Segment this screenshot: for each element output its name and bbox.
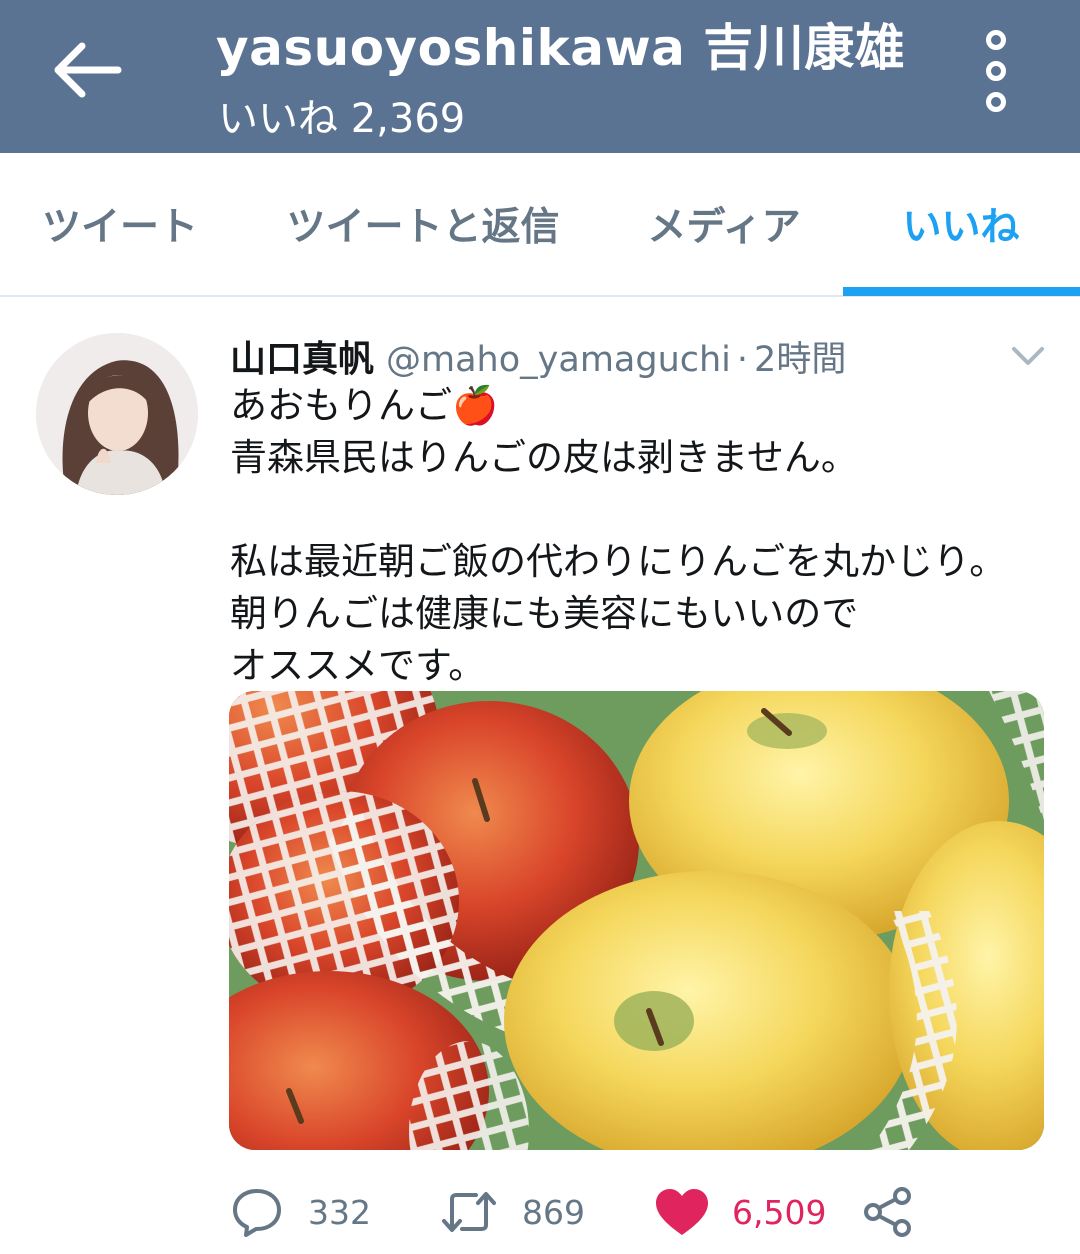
tweet-media-image[interactable] — [229, 691, 1044, 1150]
separator-dot: · — [736, 340, 749, 380]
tweet-text-line: あおもりんご🍎 — [230, 384, 499, 427]
tab-likes[interactable]: いいね — [842, 153, 1080, 295]
chevron-down-icon[interactable] — [1008, 336, 1048, 376]
more-vertical-icon — [986, 30, 1006, 50]
more-vertical-icon — [986, 61, 1006, 81]
like-button[interactable]: 6,509 — [654, 1180, 826, 1244]
avatar-photo — [36, 333, 198, 495]
back-arrow-icon — [54, 42, 122, 98]
author-name[interactable]: 山口真帆 — [230, 330, 374, 382]
tweet-text-line — [230, 484, 1050, 536]
share-button[interactable] — [862, 1180, 914, 1244]
reply-icon — [233, 1189, 281, 1237]
profile-title: yasuoyoshikawa 吉川康雄 — [216, 19, 906, 77]
back-button[interactable] — [40, 30, 132, 110]
tab-media[interactable]: メディア — [606, 153, 842, 295]
tab-tweets[interactable]: ツイート — [0, 153, 240, 295]
retweet-icon — [442, 1192, 496, 1232]
tweet-header: 山口真帆 @maho_yamaguchi · 2時間 — [230, 330, 846, 380]
tweet-text: あおもりんご🍎 青森県民はりんごの皮は剥きません。 私は最近朝ご飯の代わりにりん… — [230, 380, 1050, 692]
author-handle[interactable]: @maho_yamaguchi — [386, 340, 731, 380]
more-vertical-icon — [986, 92, 1006, 112]
tab-tweets-and-replies[interactable]: ツイートと返信 — [240, 153, 606, 295]
app-header: yasuoyoshikawa 吉川康雄 いいね 2,369 — [0, 0, 1080, 153]
like-count: 6,509 — [732, 1192, 827, 1232]
tweet-text-line: オススメです。 — [230, 644, 486, 687]
retweet-count: 869 — [522, 1192, 585, 1232]
tweet-text-line: 私は最近朝ご飯の代わりにりんごを丸かじり。 — [230, 540, 1007, 583]
tweet-time: 2時間 — [754, 340, 847, 380]
tweet-text-line: 青森県民はりんごの皮は剥きません。 — [230, 436, 858, 479]
likes-count-subtitle: いいね 2,369 — [218, 96, 466, 142]
heart-icon — [656, 1189, 708, 1235]
tweet-text-line: 朝りんごは健康にも美容にもいいので — [230, 592, 859, 635]
more-options-button[interactable] — [972, 24, 1020, 118]
retweet-button[interactable]: 869 — [440, 1180, 585, 1244]
reply-count: 332 — [308, 1192, 371, 1232]
tweet-actions: 332 869 6,509 — [230, 1180, 1050, 1244]
profile-tabs: ツイート ツイートと返信 メディア いいね — [0, 153, 1080, 297]
active-tab-indicator — [843, 287, 1080, 296]
share-icon — [864, 1187, 911, 1237]
avatar[interactable] — [36, 333, 198, 495]
reply-button[interactable]: 332 — [230, 1180, 371, 1244]
apples-photo — [229, 691, 1044, 1150]
